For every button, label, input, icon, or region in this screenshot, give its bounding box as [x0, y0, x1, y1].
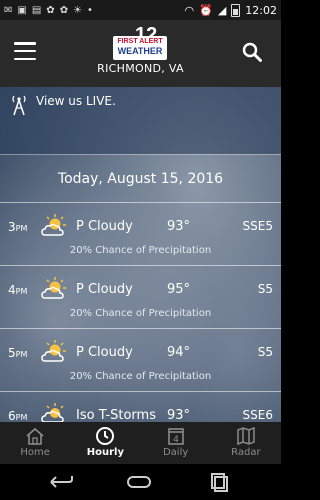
- signal-icon: ◢: [217, 3, 227, 17]
- app-bar: 12 FIRST ALERT WEATHER RICHMOND, VA: [0, 20, 281, 87]
- bottom-tab-bar: Home Hourly 4 Daily Radar: [0, 422, 281, 464]
- search-icon[interactable]: [242, 42, 262, 62]
- hour-temp: 95°: [167, 282, 191, 297]
- tab-daily[interactable]: 4 Daily: [141, 422, 211, 464]
- hour-wind: S5: [257, 282, 273, 296]
- image-icon: ▣: [17, 4, 27, 16]
- map-icon: [237, 426, 255, 446]
- hour-wind: SSE5: [242, 219, 273, 233]
- tab-label: Radar: [231, 447, 261, 458]
- antenna-icon: [12, 95, 26, 116]
- logo-line2: WEATHER: [117, 46, 163, 56]
- calendar-icon: 4: [167, 428, 184, 445]
- station-logo: 12 FIRST ALERT WEATHER: [113, 24, 167, 60]
- hourly-row[interactable]: 4PM P Cloudy 95° S5 20% Chance of Precip…: [0, 265, 281, 328]
- hour-condition: P Cloudy: [76, 219, 133, 234]
- nbc-icon: ✿: [46, 4, 55, 16]
- live-label: View us LIVE.: [36, 94, 116, 108]
- hour-precip: 20% Chance of Precipitation: [69, 245, 212, 256]
- hour-condition: P Cloudy: [76, 282, 133, 297]
- back-icon[interactable]: [48, 472, 74, 492]
- hour-temp: 93°: [167, 408, 191, 422]
- hour-time: 4PM: [8, 283, 28, 297]
- hour-time: 3PM: [8, 220, 28, 234]
- sms-icon: ▤: [31, 4, 42, 16]
- hour-wind: SSE6: [242, 408, 273, 422]
- hourly-row[interactable]: 5PM P Cloudy 94° S5 20% Chance of Precip…: [0, 328, 281, 391]
- menu-icon[interactable]: [14, 42, 36, 60]
- tab-label: Daily: [162, 447, 189, 458]
- battery-icon: [231, 3, 241, 17]
- hour-temp: 94°: [167, 345, 191, 360]
- more-icon: •: [87, 4, 93, 16]
- location-label: RICHMOND, VA: [97, 62, 184, 75]
- hour-time: 6PM: [8, 409, 28, 422]
- logo-line1: FIRST ALERT: [117, 38, 163, 45]
- wifi-icon: ◠: [184, 3, 195, 17]
- tab-home[interactable]: Home: [0, 422, 70, 464]
- thunderstorm-icon: [41, 403, 64, 422]
- home-nav-icon[interactable]: [126, 472, 152, 492]
- hourly-row[interactable]: 3PM P Cloudy 93° SSE5 20% Chance of Prec…: [0, 202, 281, 265]
- hour-wind: S5: [257, 345, 273, 359]
- hour-condition: P Cloudy: [76, 345, 133, 360]
- hour-time: 5PM: [8, 346, 28, 360]
- calendar-badge: 4: [173, 435, 179, 445]
- nbc-icon: ✿: [59, 4, 69, 16]
- recents-icon[interactable]: [206, 472, 232, 492]
- live-stream-button[interactable]: View us LIVE.: [0, 87, 281, 154]
- status-time: 12:02: [245, 3, 277, 17]
- hour-precip: 20% Chance of Precipitation: [69, 308, 212, 319]
- tab-hourly[interactable]: Hourly: [70, 422, 140, 464]
- hourly-row[interactable]: 6PM Iso T-Storms 93° SSE6: [0, 391, 281, 422]
- hourly-content: View us LIVE. Today, August 15, 2016 3PM…: [0, 87, 281, 422]
- hour-condition: Iso T-Storms: [76, 408, 156, 422]
- hour-temp: 93°: [167, 219, 191, 234]
- status-bar: ✉ ▣ ▤ ✿ ✿ ☀ • ◠ ⏰ ◢ 12:02: [0, 0, 281, 20]
- home-icon: [26, 427, 44, 445]
- partly-cloudy-icon: [41, 277, 66, 299]
- message-icon: ✉: [4, 4, 13, 16]
- tab-label: Hourly: [86, 447, 124, 458]
- date-heading: Today, August 15, 2016: [0, 154, 281, 202]
- tab-label: Home: [20, 447, 50, 458]
- tab-radar[interactable]: Radar: [211, 422, 281, 464]
- clock-icon: [96, 427, 115, 445]
- weather-icon: ☀: [73, 4, 83, 16]
- system-nav-bar: [0, 464, 281, 500]
- partly-cloudy-icon: [41, 340, 66, 362]
- partly-cloudy-icon: [41, 214, 66, 236]
- hour-precip: 20% Chance of Precipitation: [69, 371, 212, 382]
- alarm-icon: ⏰: [199, 3, 213, 17]
